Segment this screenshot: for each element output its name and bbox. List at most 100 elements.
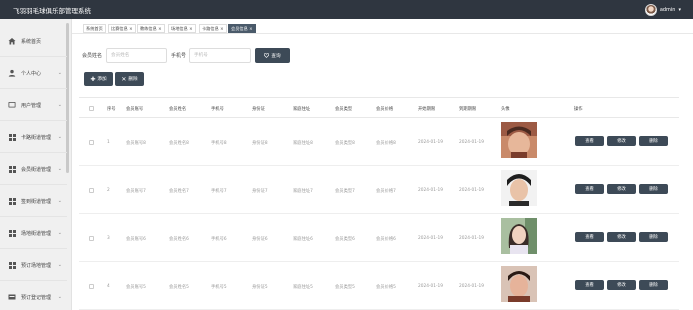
sidebar-item-member-management[interactable]: 会员街道管理 ⌄ <box>0 154 67 185</box>
grid-icon <box>8 229 16 237</box>
cell-index: 3 <box>107 236 110 241</box>
tab-card-info[interactable]: 卡路信息 × <box>199 24 227 33</box>
edit-button[interactable]: 修改 <box>607 136 636 146</box>
cell-phone: 手机号8 <box>211 141 227 146</box>
plus-icon: ✚ <box>90 75 96 83</box>
heart-icon <box>264 53 270 58</box>
table-row: 3 会员账号6 会员姓名6 手机号6 身份证6 家庭住址6 会员类型6 会员价格… <box>79 214 679 262</box>
grid-icon <box>8 261 16 269</box>
view-button[interactable]: 查看 <box>575 280 604 290</box>
delete-button[interactable]: 删除 <box>639 280 668 290</box>
sidebar-item-venue-management[interactable]: 场地街道管理 ⌄ <box>0 218 67 249</box>
cell-start: 2024-01-19 <box>418 140 443 145</box>
cell-start: 2024-01-19 <box>418 236 443 241</box>
tab-coach-info[interactable]: 教练信息 × <box>137 24 165 33</box>
cell-name: 会员姓名8 <box>169 141 189 146</box>
batch-delete-button[interactable]: ✕ 删除 <box>115 72 144 86</box>
add-button[interactable]: ✚ 添加 <box>84 72 113 86</box>
cell-start: 2024-01-19 <box>418 188 443 193</box>
sidebar-item-label: 系统首页 <box>21 38 42 45</box>
chevron-down-icon: ⌄ <box>57 102 62 108</box>
col-start: 开始期限 <box>418 107 436 112</box>
edit-button[interactable]: 修改 <box>607 232 636 242</box>
sidebar: 系统首页 个人中心 ⌄ 用户管理 ⌄ 卡路街道管理 ⌄ 会员街道管理 ⌄ 签到街… <box>0 19 72 310</box>
query-button-label: 查询 <box>271 53 281 59</box>
phone-input[interactable]: 手机号 <box>189 48 251 63</box>
cell-type: 会员类型5 <box>335 285 355 290</box>
col-phone: 手机号 <box>211 107 224 112</box>
sidebar-item-home[interactable]: 系统首页 <box>0 26 67 57</box>
cell-name: 会员姓名6 <box>169 237 189 242</box>
member-photo <box>501 266 537 302</box>
edit-button[interactable]: 修改 <box>607 184 636 194</box>
edit-button[interactable]: 修改 <box>607 280 636 290</box>
sidebar-item-booking-venue-management[interactable]: 预订场地管理 ⌄ <box>0 250 67 281</box>
cell-end: 2024-01-19 <box>459 140 484 145</box>
cell-price: 会员价格8 <box>376 141 396 146</box>
cell-id-card: 身份证7 <box>252 189 268 194</box>
view-button[interactable]: 查看 <box>575 136 604 146</box>
tab-member-info[interactable]: 会员信息 × <box>228 24 256 33</box>
cell-start: 2024-01-19 <box>418 284 443 289</box>
row-checkbox[interactable] <box>89 188 94 193</box>
col-name: 会员姓名 <box>169 107 187 112</box>
home-icon <box>8 37 16 45</box>
delete-button[interactable]: 删除 <box>639 136 668 146</box>
tab-venue-info[interactable]: 场地信息 × <box>168 24 196 33</box>
cell-account: 会员账号6 <box>126 237 146 242</box>
query-button[interactable]: 查询 <box>255 48 290 63</box>
cell-phone: 手机号7 <box>211 189 227 194</box>
col-actions: 操作 <box>574 107 583 112</box>
col-end: 到期期限 <box>459 107 477 112</box>
sidebar-item-card-management[interactable]: 卡路街道管理 ⌄ <box>0 122 67 153</box>
cell-index: 2 <box>107 188 110 193</box>
delete-button[interactable]: 删除 <box>639 184 668 194</box>
col-photo: 头像 <box>501 107 510 112</box>
row-checkbox[interactable] <box>89 284 94 289</box>
sidebar-item-label: 会员街道管理 <box>21 166 52 173</box>
col-id-card: 身份证 <box>252 107 265 112</box>
member-photo <box>501 170 537 206</box>
cell-type: 会员类型7 <box>335 189 355 194</box>
cell-phone: 手机号5 <box>211 285 227 290</box>
delete-button[interactable]: 删除 <box>639 232 668 242</box>
view-button[interactable]: 查看 <box>575 184 604 194</box>
cell-price: 会员价格6 <box>376 237 396 242</box>
cell-end: 2024-01-19 <box>459 284 484 289</box>
row-checkbox[interactable] <box>89 236 94 241</box>
user-menu[interactable]: admin ▾ <box>644 3 681 16</box>
chevron-down-icon: ⌄ <box>57 198 62 204</box>
table-header: 序号 会员账号 会员姓名 手机号 身份证 家庭住址 会员类型 会员价格 开始期限… <box>79 97 679 118</box>
col-account: 会员账号 <box>126 107 144 112</box>
sidebar-item-personal-center[interactable]: 个人中心 ⌄ <box>0 58 67 89</box>
sidebar-item-booking-register-management[interactable]: 预订登记管理 ⌄ <box>0 282 67 310</box>
cell-account: 会员账号8 <box>126 141 146 146</box>
row-checkbox[interactable] <box>89 140 94 145</box>
app-title: 飞羽羽毛球俱乐部管理系统 <box>13 7 91 15</box>
cell-name: 会员姓名5 <box>169 285 189 290</box>
top-bar: 飞羽羽毛球俱乐部管理系统 admin ▾ <box>0 0 693 19</box>
cell-index: 4 <box>107 284 110 289</box>
member-name-input[interactable]: 会员姓名 <box>106 48 167 63</box>
select-all-checkbox[interactable] <box>89 106 94 111</box>
sidebar-item-label: 预订登记管理 <box>21 294 52 301</box>
cell-price: 会员价格7 <box>376 189 396 194</box>
user-name[interactable]: admin <box>660 7 676 13</box>
cell-address: 家庭住址8 <box>293 141 313 146</box>
member-photo <box>501 122 537 158</box>
chevron-down-icon[interactable]: ▾ <box>678 7 681 13</box>
sidebar-item-checkin-management[interactable]: 签到街道管理 ⌄ <box>0 186 67 217</box>
cell-account: 会员账号7 <box>126 189 146 194</box>
view-button[interactable]: 查看 <box>575 232 604 242</box>
member-photo <box>501 218 537 254</box>
sidebar-item-label: 个人中心 <box>21 70 42 77</box>
sidebar-item-label: 用户管理 <box>21 102 42 109</box>
member-name-label: 会员姓名 <box>82 53 103 59</box>
ticket-icon <box>8 293 16 301</box>
tab-home[interactable]: 系统首页 <box>83 24 106 33</box>
user-avatar[interactable] <box>644 3 657 16</box>
sidebar-item-label: 卡路街道管理 <box>21 134 52 141</box>
close-icon: ✕ <box>121 75 127 83</box>
tab-match-info[interactable]: 比赛信息 × <box>108 24 136 33</box>
sidebar-item-user-management[interactable]: 用户管理 ⌄ <box>0 90 67 121</box>
